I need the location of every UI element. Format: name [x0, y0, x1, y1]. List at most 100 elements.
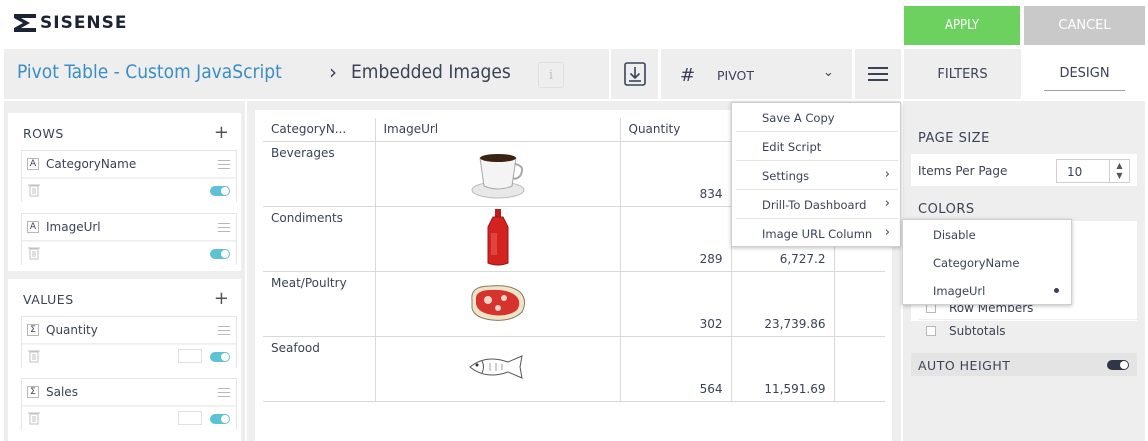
field-header: A CategoryName	[22, 151, 236, 178]
add-row-icon[interactable]: +	[214, 124, 229, 142]
download-icon	[623, 62, 646, 86]
page-size-title: PAGE SIZE	[918, 131, 990, 146]
widget-title-bar: Pivot Table - Custom JavaScript › Embedd…	[4, 49, 609, 99]
stepper-down-icon[interactable]: ▼	[1110, 171, 1129, 181]
empty-cell	[833, 336, 885, 402]
breadcrumb-dashboard-link[interactable]: Pivot Table - Custom JavaScript	[17, 61, 282, 83]
field-controls	[22, 242, 236, 266]
field-toggle[interactable]	[210, 352, 230, 362]
drag-handle-icon[interactable]	[218, 220, 230, 235]
submenu-item-imageurl[interactable]: ImageUrl	[903, 276, 1071, 304]
hamburger-icon	[868, 67, 888, 81]
add-value-icon[interactable]: +	[214, 290, 229, 308]
menu-item-image-url-column[interactable]: Image URL Column ›	[736, 219, 898, 248]
option-subtotals[interactable]: Subtotals	[919, 321, 1137, 343]
drag-handle-icon[interactable]	[218, 323, 230, 338]
color-swatch[interactable]	[178, 411, 202, 425]
items-per-page-input[interactable]: 10 ▲ ▼	[1056, 159, 1130, 183]
sales-cell: 11,591.69	[730, 336, 834, 402]
values-section: VALUES + Σ Quantity Σ Sales	[8, 279, 241, 441]
items-per-page-value: 10	[1067, 165, 1083, 179]
tab-active-underline	[1044, 90, 1125, 91]
items-per-page-row: Items Per Page 10 ▲ ▼	[911, 154, 1137, 186]
widget-type-selector[interactable]: # PIVOT ⌄	[661, 49, 852, 99]
colors-title: COLORS	[918, 202, 975, 217]
field-name: Sales	[46, 385, 78, 399]
row-field-imageurl[interactable]: A ImageUrl	[21, 213, 237, 266]
tab-filters[interactable]: FILTERS	[904, 49, 1021, 99]
image-cell	[374, 336, 620, 402]
dimension-type-icon: A	[27, 158, 39, 170]
logo-mark-icon	[14, 14, 36, 32]
auto-height-label: AUTO HEIGHT	[918, 358, 1011, 373]
drag-handle-icon[interactable]	[218, 385, 230, 400]
widget-menu-button[interactable]	[855, 49, 901, 99]
widget-title[interactable]: Embedded Images	[351, 61, 511, 83]
category-cell: Beverages	[263, 141, 375, 207]
menu-item-edit-script[interactable]: Edit Script	[736, 132, 898, 161]
field-header: Σ Quantity	[22, 317, 236, 344]
trash-icon[interactable]	[28, 246, 40, 260]
value-field-quantity[interactable]: Σ Quantity	[21, 316, 237, 369]
measure-type-icon: Σ	[27, 386, 39, 398]
chevron-right-icon: ›	[884, 196, 890, 211]
menu-item-save-copy[interactable]: Save A Copy	[736, 103, 898, 132]
submenu-item-disable[interactable]: Disable	[903, 220, 1071, 248]
cancel-button[interactable]: CANCEL	[1024, 6, 1145, 45]
trash-icon[interactable]	[28, 411, 40, 425]
auto-height-toggle[interactable]	[1107, 360, 1129, 370]
table-row: Seafood 564 11,591.69	[263, 336, 885, 402]
pivot-grid-icon: #	[680, 65, 696, 86]
data-panel: ROWS + A CategoryName A ImageUrl VALUES …	[4, 101, 245, 441]
field-toggle[interactable]	[210, 249, 230, 259]
image-cell	[374, 206, 620, 272]
widget-context-menu: Save A Copy Edit Script Settings › Drill…	[731, 102, 901, 247]
submenu-item-label: Disable	[933, 228, 976, 242]
field-toggle[interactable]	[210, 414, 230, 424]
column-header[interactable]: Quantity	[619, 118, 731, 142]
category-cell: Meat/Poultry	[263, 271, 375, 337]
option-label: Subtotals	[949, 324, 1006, 338]
subtotals-checkbox[interactable]	[926, 326, 936, 336]
image-url-column-submenu: Disable CategoryName ImageUrl	[902, 219, 1072, 305]
menu-item-drill-to-dashboard[interactable]: Drill-To Dashboard ›	[736, 190, 898, 219]
chevron-down-icon: ⌄	[823, 65, 834, 80]
dimension-type-icon: A	[27, 221, 39, 233]
export-button[interactable]	[611, 49, 658, 99]
info-icon[interactable]: i	[538, 62, 564, 88]
field-toggle[interactable]	[210, 186, 230, 196]
table-row: Meat/Poultry 302 23,739.86	[263, 271, 885, 337]
trash-icon[interactable]	[28, 183, 40, 197]
color-swatch[interactable]	[178, 349, 202, 363]
trash-icon[interactable]	[28, 349, 40, 363]
fish-image	[468, 355, 523, 379]
value-field-sales[interactable]: Σ Sales	[21, 378, 237, 431]
apply-button[interactable]: APPLY	[904, 6, 1020, 45]
menu-item-settings[interactable]: Settings ›	[736, 161, 898, 190]
drag-handle-icon[interactable]	[218, 157, 230, 172]
quantity-cell: 564	[619, 336, 731, 402]
field-header: Σ Sales	[22, 379, 236, 406]
menu-item-label: Drill-To Dashboard	[762, 198, 867, 212]
field-controls	[22, 407, 236, 431]
column-header[interactable]: ImageUrl	[374, 118, 620, 142]
category-cell: Condiments	[263, 206, 375, 272]
tab-design[interactable]: DESIGN	[1024, 49, 1145, 99]
menu-item-label: Save A Copy	[762, 111, 835, 125]
logo-text: SISENSE	[40, 13, 128, 33]
column-header[interactable]: CategoryN...	[263, 118, 375, 142]
values-title: VALUES	[23, 292, 74, 307]
chevron-right-icon: ›	[884, 167, 890, 182]
quantity-cell: 834	[619, 141, 731, 207]
row-field-categoryname[interactable]: A CategoryName	[21, 150, 237, 203]
quantity-cell: 302	[619, 271, 731, 337]
field-name: Quantity	[46, 323, 98, 337]
category-cell: Seafood	[263, 336, 375, 402]
widget-type-label: PIVOT	[717, 68, 755, 83]
image-cell	[374, 141, 620, 207]
chevron-right-icon: ›	[884, 225, 890, 240]
submenu-item-categoryname[interactable]: CategoryName	[903, 248, 1071, 276]
stepper-up-icon[interactable]: ▲	[1110, 161, 1129, 171]
measure-type-icon: Σ	[27, 324, 39, 336]
number-stepper[interactable]: ▲ ▼	[1109, 160, 1129, 182]
